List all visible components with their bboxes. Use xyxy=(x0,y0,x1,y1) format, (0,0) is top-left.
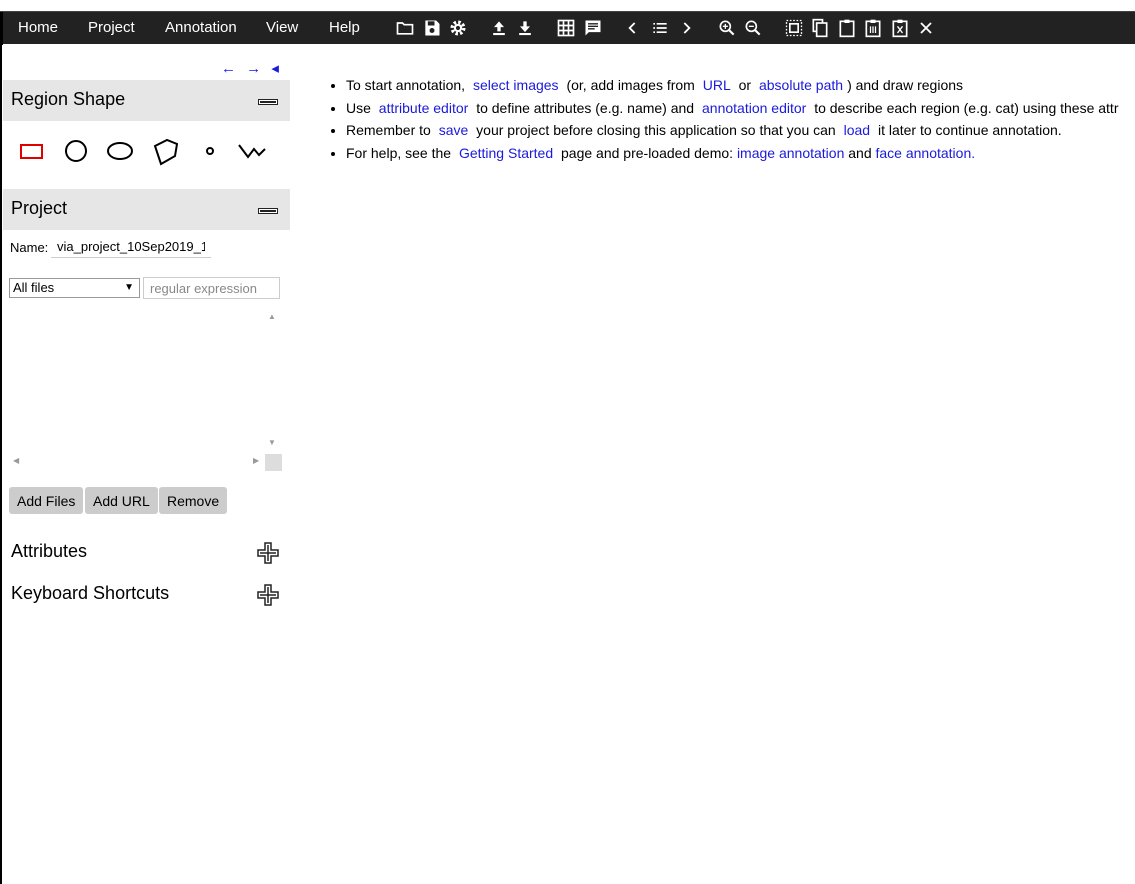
select-all-icon[interactable] xyxy=(784,18,804,38)
add-url-button[interactable]: Add URL xyxy=(85,487,158,514)
menu-home[interactable]: Home xyxy=(18,12,58,44)
menu-annotation[interactable]: Annotation xyxy=(165,12,237,44)
instruction-item: Use attribute editor to define attribute… xyxy=(346,97,1118,120)
load-link[interactable]: load xyxy=(840,122,874,138)
copy-icon[interactable] xyxy=(810,18,830,38)
project-title: Project xyxy=(11,198,68,218)
attributes-title[interactable]: Attributes xyxy=(11,541,87,562)
chevron-left-icon[interactable] xyxy=(623,18,643,38)
list-icon[interactable] xyxy=(650,18,670,38)
file-list[interactable] xyxy=(9,310,282,472)
scroll-down-arrow-icon[interactable]: ▼ xyxy=(268,438,276,447)
getting-started-instructions: To start annotation, select images (or, … xyxy=(328,74,1118,164)
menu-project[interactable]: Project xyxy=(88,12,135,44)
menu-bar-edge xyxy=(0,12,3,45)
scroll-up-arrow-icon[interactable]: ▲ xyxy=(268,312,276,321)
scroll-left-arrow-icon[interactable]: ◀ xyxy=(13,456,19,465)
image-annotation-demo-link[interactable]: image annotation xyxy=(737,145,844,161)
file-filter-value: All files xyxy=(13,280,55,295)
page-left-border xyxy=(0,44,2,884)
ellipse-shape-icon[interactable] xyxy=(102,133,138,169)
scroll-right-arrow-icon[interactable]: ▶ xyxy=(253,456,259,465)
add-files-button[interactable]: Add Files xyxy=(9,487,84,514)
download-icon[interactable] xyxy=(515,18,535,38)
save-link[interactable]: save xyxy=(435,122,473,138)
panel-nav-arrows: ← → ◂ xyxy=(221,59,285,77)
nav-collapse-arrow[interactable]: ◂ xyxy=(271,60,279,77)
absolute-path-link[interactable]: absolute path xyxy=(755,77,847,93)
menu-view[interactable]: View xyxy=(266,12,298,44)
region-shape-header[interactable]: Region Shape xyxy=(3,80,290,121)
nav-right-arrow[interactable]: → xyxy=(246,60,261,77)
grid-icon[interactable] xyxy=(556,18,576,38)
getting-started-link[interactable]: Getting Started xyxy=(455,145,557,161)
url-link[interactable]: URL xyxy=(699,77,735,93)
window-top-strip xyxy=(0,0,1135,11)
polyline-shape-icon[interactable] xyxy=(235,133,271,169)
project-header[interactable]: Project xyxy=(3,189,290,230)
expand-plus-icon[interactable] xyxy=(257,584,279,606)
select-images-link[interactable]: select images xyxy=(469,77,563,93)
comment-icon[interactable] xyxy=(583,18,603,38)
chevron-right-icon[interactable] xyxy=(676,18,696,38)
rectangle-shape-icon[interactable] xyxy=(13,133,49,169)
close-icon[interactable] xyxy=(916,18,936,38)
folder-open-icon[interactable] xyxy=(395,18,415,38)
paste-clear-icon[interactable] xyxy=(863,18,883,38)
face-annotation-demo-link[interactable]: face annotation xyxy=(876,145,972,161)
keyboard-shortcuts-title[interactable]: Keyboard Shortcuts xyxy=(11,583,169,604)
scroll-corner xyxy=(265,454,282,471)
point-shape-icon[interactable] xyxy=(192,133,228,169)
collapse-icon[interactable] xyxy=(258,208,278,214)
menu-help[interactable]: Help xyxy=(329,12,360,44)
region-shape-list xyxy=(3,123,290,179)
paste-icon[interactable] xyxy=(837,18,857,38)
regex-filter-input[interactable] xyxy=(143,277,280,299)
expand-plus-icon[interactable] xyxy=(257,542,279,564)
upload-icon[interactable] xyxy=(489,18,509,38)
instruction-item: For help, see the Getting Started page a… xyxy=(346,142,1118,165)
collapse-icon[interactable] xyxy=(258,99,278,105)
instruction-item: To start annotation, select images (or, … xyxy=(346,74,1118,97)
project-name-label: Name: xyxy=(10,240,49,255)
zoom-in-icon[interactable] xyxy=(717,18,737,38)
remove-button[interactable]: Remove xyxy=(159,487,228,514)
annotation-editor-link[interactable]: annotation editor xyxy=(698,100,810,116)
nav-left-arrow[interactable]: ← xyxy=(221,60,236,77)
dropdown-caret-icon: ▼ xyxy=(124,282,134,293)
instruction-item: Remember to save your project before clo… xyxy=(346,119,1118,142)
polygon-shape-icon[interactable] xyxy=(147,133,183,169)
region-shape-title: Region Shape xyxy=(11,89,126,109)
attribute-editor-link[interactable]: attribute editor xyxy=(375,100,473,116)
project-name-input[interactable] xyxy=(51,236,211,258)
zoom-out-icon[interactable] xyxy=(743,18,763,38)
file-filter-select[interactable]: All files ▼ xyxy=(9,278,140,298)
save-icon[interactable] xyxy=(422,18,442,38)
delete-icon[interactable] xyxy=(890,18,910,38)
circle-shape-icon[interactable] xyxy=(58,133,94,169)
gear-icon[interactable] xyxy=(448,18,468,38)
menu-bar: Home Project Annotation View Help xyxy=(0,11,1135,45)
